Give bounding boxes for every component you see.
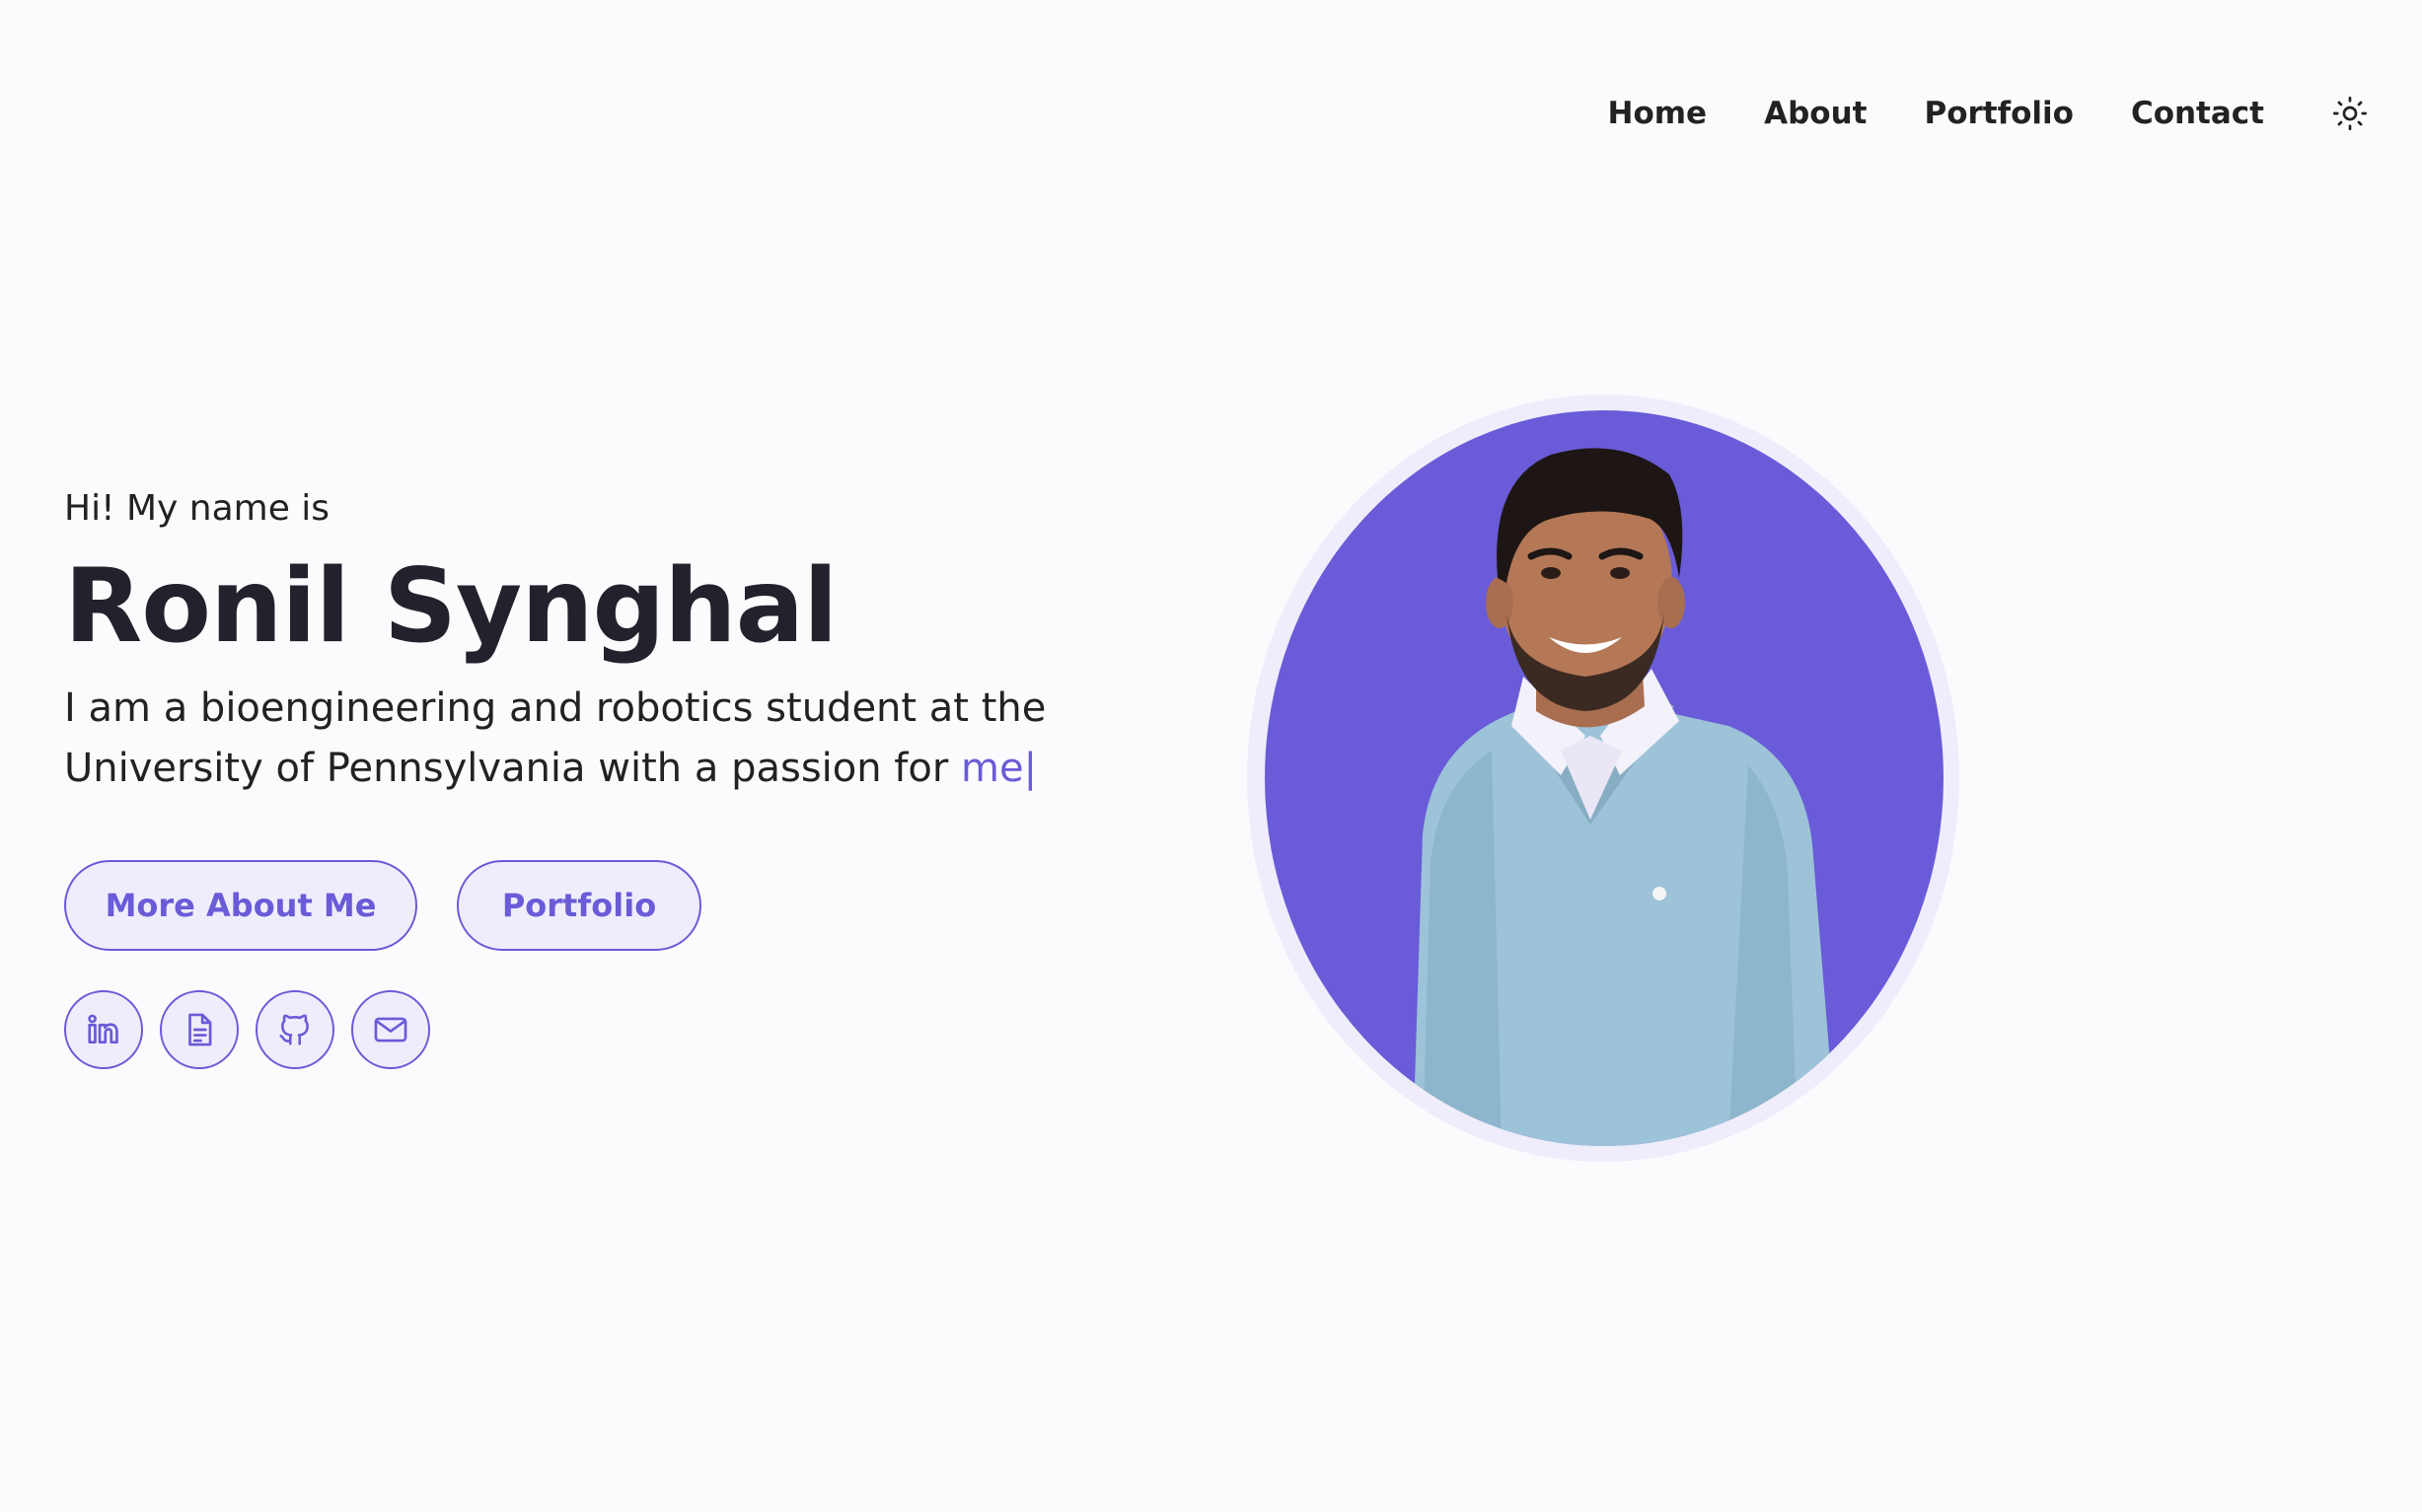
resume-link[interactable] (160, 990, 239, 1069)
linkedin-icon (88, 1014, 118, 1044)
hero-tagline: I am a bioengineering and robotics stude… (64, 679, 1139, 799)
page: Home About Portfolio Contact Hi! My name… (0, 0, 2422, 1512)
portfolio-button[interactable]: Portfolio (457, 860, 701, 951)
more-about-me-button[interactable]: More About Me (64, 860, 417, 951)
profile-photo (1265, 410, 1944, 1146)
document-icon (188, 1013, 212, 1046)
typed-word: me (961, 746, 1024, 791)
social-links (64, 990, 1149, 1069)
person-illustration (1413, 448, 1837, 1146)
hero-name: Ronil Synghal (64, 547, 838, 666)
nav-link-portfolio[interactable]: Portfolio (1924, 96, 2073, 131)
greeting-text: Hi! My name is (64, 488, 330, 529)
email-link[interactable] (351, 990, 430, 1069)
hero-buttons: More About Me Portfolio (64, 860, 1149, 951)
linkedin-link[interactable] (64, 990, 143, 1069)
tagline-text: I am a bioengineering and robotics stude… (64, 685, 1047, 791)
nav-link-home[interactable]: Home (1608, 96, 1708, 131)
top-nav: Home About Portfolio Contact (1608, 87, 2375, 140)
sun-icon (2332, 96, 2368, 131)
theme-toggle-button[interactable] (2325, 89, 2375, 138)
hero-section: Hi! My name is Ronil Synghal I am a bioe… (64, 483, 1149, 1069)
github-icon (279, 1014, 309, 1045)
typing-caret: | (1023, 746, 1038, 791)
mail-icon (374, 1017, 407, 1043)
github-link[interactable] (256, 990, 334, 1069)
nav-link-about[interactable]: About (1764, 96, 1867, 131)
nav-link-contact[interactable]: Contact (2131, 96, 2264, 131)
